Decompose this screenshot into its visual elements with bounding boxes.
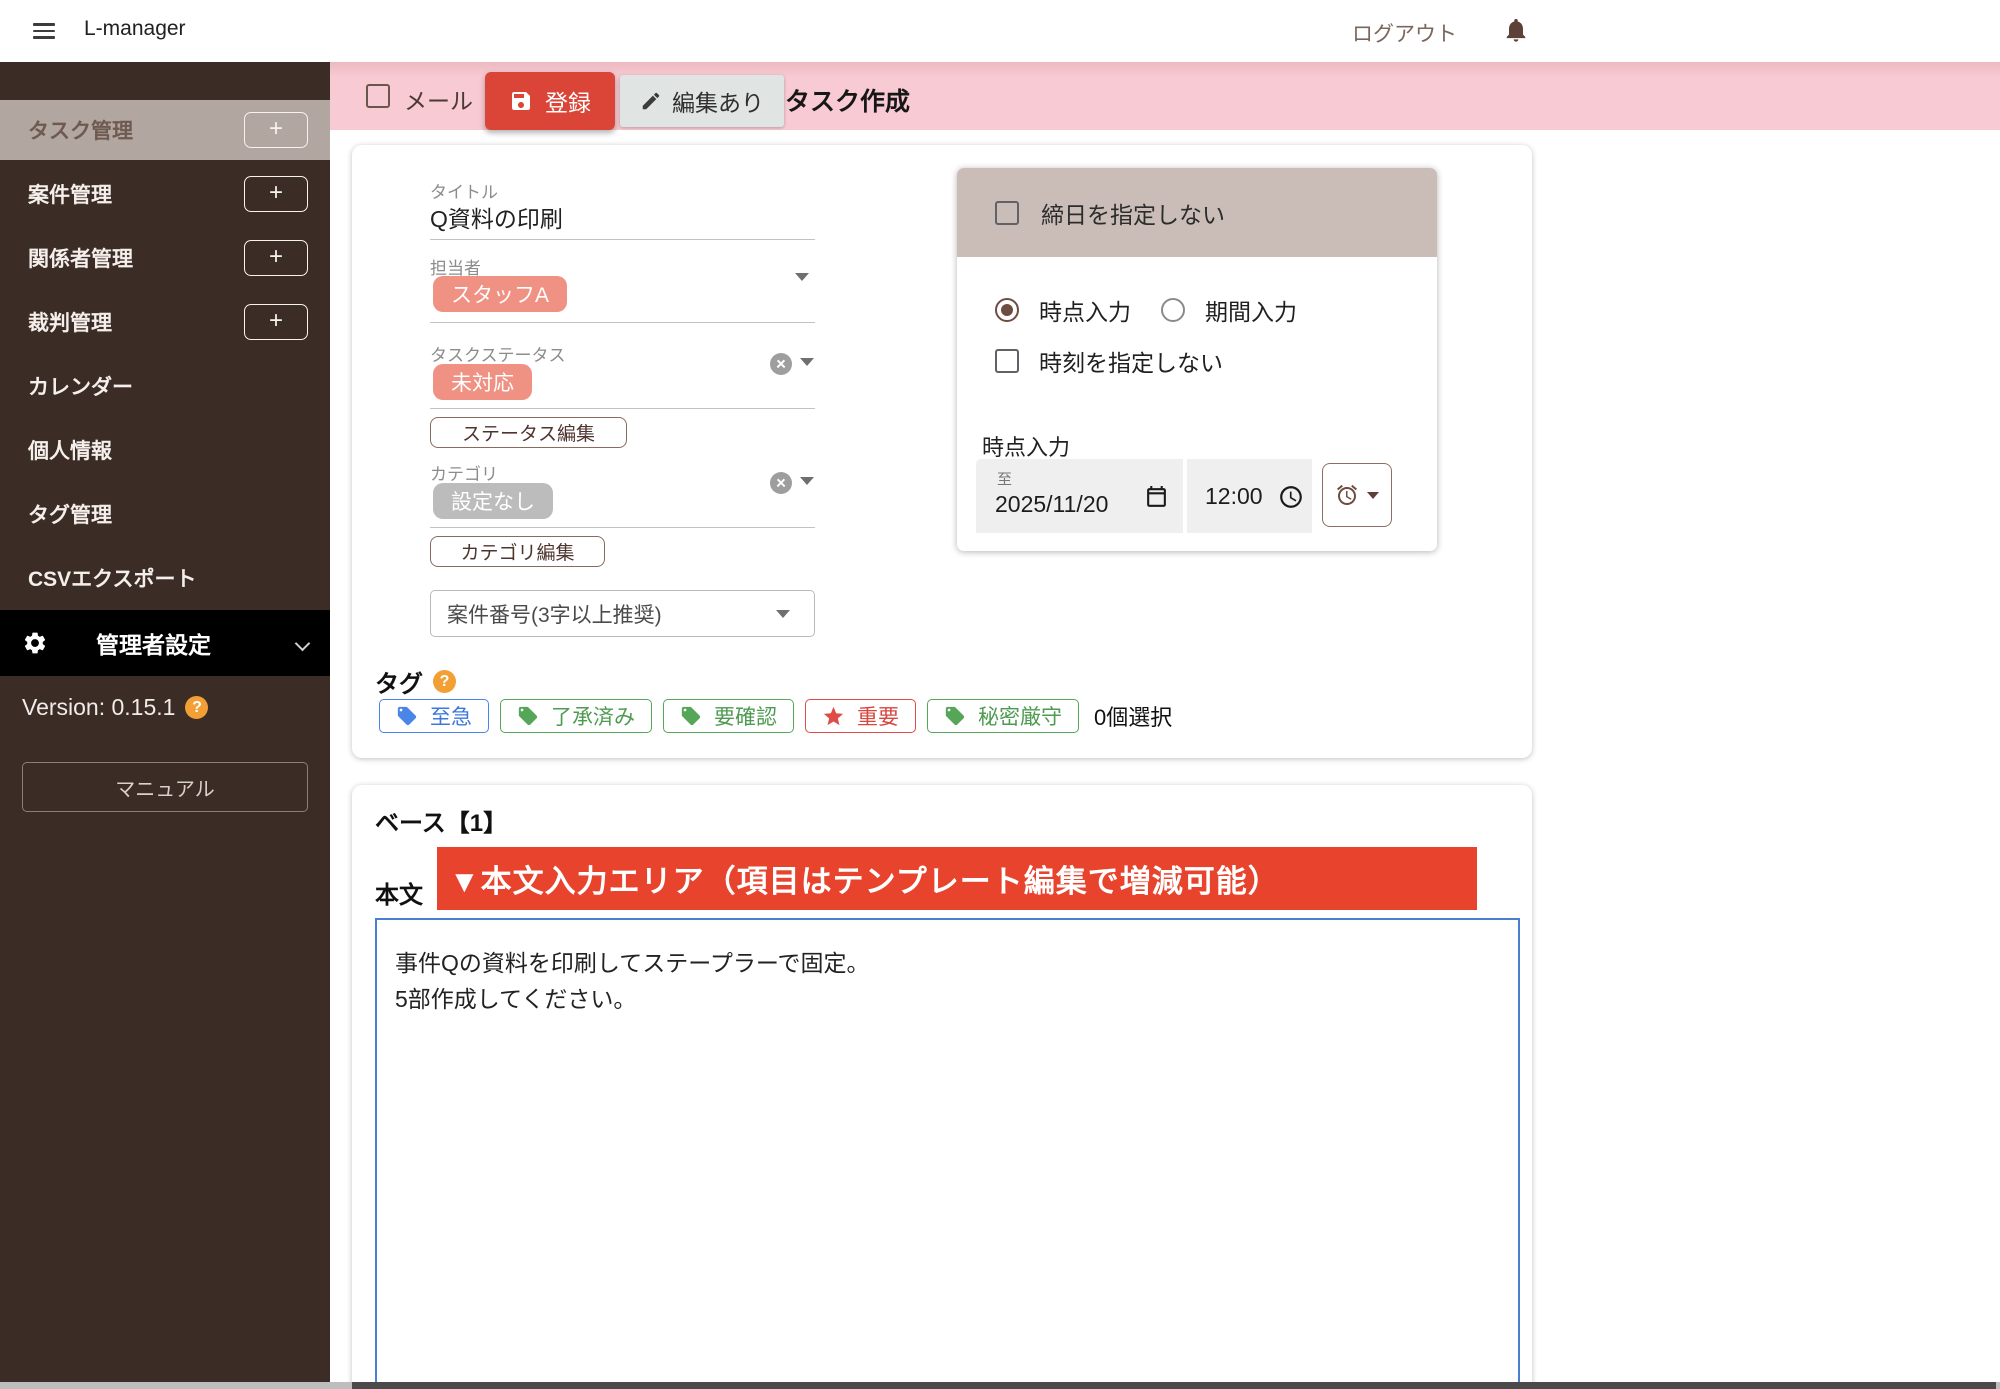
case-dropdown-icon	[776, 610, 790, 618]
logout-button[interactable]: ログアウト	[1352, 18, 1457, 48]
tag-icon	[680, 705, 702, 727]
base-template-label: ベース【1】	[375, 803, 507, 838]
case-number-placeholder: 案件番号(3字以上推奨)	[447, 599, 662, 629]
reminder-dropdown[interactable]	[1322, 463, 1392, 527]
tags-row: 至急 了承済み 要確認 重要 秘密厳守 0個選択	[379, 699, 1172, 733]
divider	[430, 239, 815, 240]
category-chip[interactable]: 設定なし	[433, 483, 553, 519]
case-number-select[interactable]: 案件番号(3字以上推奨)	[430, 590, 815, 637]
notification-bell-icon[interactable]	[1502, 16, 1530, 44]
divider	[430, 322, 815, 323]
action-bar: メール 登録 編集あり タスク作成	[330, 62, 2000, 130]
clock-icon[interactable]	[1278, 484, 1304, 510]
due-type-radio-group: 時点入力 期間入力	[995, 293, 1327, 327]
add-party-button[interactable]: +	[244, 240, 308, 276]
alarm-icon	[1335, 483, 1359, 507]
sidebar: タスク管理 + 案件管理 + 関係者管理 + 裁判管理 + カレンダー 個人情報…	[0, 62, 330, 1389]
mail-checkbox-label: メール	[404, 82, 473, 116]
category-edit-button[interactable]: カテゴリ編集	[430, 536, 605, 567]
category-label: カテゴリ	[430, 460, 498, 485]
no-due-date-label: 締日を指定しない	[1041, 196, 1225, 230]
edited-status-button[interactable]: 編集あり	[620, 75, 784, 127]
point-input-section-label: 時点入力	[982, 430, 1070, 462]
sidebar-item-case-management[interactable]: 案件管理 +	[0, 164, 330, 224]
assignee-dropdown-icon[interactable]	[795, 273, 809, 281]
due-time-value[interactable]: 12:00	[1205, 483, 1263, 510]
horizontal-scrollbar-thumb[interactable]	[352, 1382, 1996, 1389]
mail-checkbox[interactable]	[366, 84, 390, 108]
body-template-card: ベース【1】 本文 ▼本文入力エリア（項目はテンプレート編集で増減可能） 事件Q…	[352, 785, 1532, 1389]
sidebar-item-admin-settings[interactable]: 管理者設定	[0, 610, 330, 676]
hamburger-menu-icon[interactable]	[33, 23, 55, 39]
tag-chip-urgent[interactable]: 至急	[379, 699, 489, 733]
reminder-caret-icon	[1367, 492, 1379, 499]
status-clear-icon[interactable]	[770, 353, 792, 375]
divider	[430, 408, 815, 409]
tags-label: タグ	[375, 664, 423, 699]
calendar-icon[interactable]	[1144, 485, 1169, 510]
title-input[interactable]: Q資料の印刷	[430, 200, 563, 234]
register-button[interactable]: 登録	[485, 72, 615, 130]
body-textarea[interactable]: 事件Qの資料を印刷してステープラーで固定。 5部作成してください。	[375, 918, 1520, 1389]
status-edit-button[interactable]: ステータス編集	[430, 417, 627, 448]
sidebar-item-csv-export[interactable]: CSVエクスポート	[0, 548, 330, 608]
sidebar-item-calendar[interactable]: カレンダー	[0, 356, 330, 416]
divider	[430, 527, 815, 528]
tag-chip-needs-check[interactable]: 要確認	[663, 699, 794, 733]
manual-button[interactable]: マニュアル	[22, 762, 308, 812]
app-title: L-manager	[84, 17, 186, 41]
body-label: 本文	[375, 875, 423, 910]
no-time-label: 時刻を指定しない	[1039, 344, 1223, 378]
top-bar: L-manager ログアウト	[0, 0, 2000, 62]
star-icon	[822, 705, 845, 728]
no-time-row[interactable]: 時刻を指定しない	[995, 344, 1223, 378]
deadline-panel: 締日を指定しない 時点入力 期間入力 時刻を指定しない 時点入力 至 2025/…	[957, 168, 1437, 551]
status-dropdown-icon[interactable]	[800, 358, 814, 366]
category-dropdown-icon[interactable]	[800, 477, 814, 485]
sidebar-item-tag-management[interactable]: タグ管理	[0, 484, 330, 544]
save-icon	[509, 89, 533, 113]
no-time-checkbox[interactable]	[995, 349, 1019, 373]
version-info: Version: 0.15.1 ?	[22, 694, 208, 721]
task-form-card: タイトル Q資料の印刷 担当者 スタッフA タスクステータス 未対応 ステータス…	[352, 145, 1532, 758]
gear-icon	[22, 630, 48, 656]
to-label: 至	[997, 468, 1012, 489]
due-time-field[interactable]: 12:00	[1187, 459, 1312, 533]
sidebar-item-task-management[interactable]: タスク管理 +	[0, 100, 330, 160]
due-date-value[interactable]: 2025/11/20	[995, 491, 1108, 518]
point-input-label: 時点入力	[1039, 293, 1131, 327]
sidebar-item-personal-info[interactable]: 個人情報	[0, 420, 330, 480]
tag-chip-approved[interactable]: 了承済み	[500, 699, 652, 733]
add-case-button[interactable]: +	[244, 176, 308, 212]
tags-help-icon[interactable]: ?	[433, 670, 456, 693]
tag-icon	[396, 705, 418, 727]
point-input-radio[interactable]	[995, 298, 1019, 322]
sidebar-item-party-management[interactable]: 関係者管理 +	[0, 228, 330, 288]
category-clear-icon[interactable]	[770, 472, 792, 494]
period-input-radio[interactable]	[1161, 298, 1185, 322]
horizontal-scrollbar-track[interactable]	[0, 1382, 2000, 1389]
add-task-button[interactable]: +	[244, 112, 308, 148]
assignee-chip[interactable]: スタッフA	[433, 276, 567, 312]
due-date-field[interactable]: 至 2025/11/20	[976, 459, 1183, 533]
tag-chip-confidential[interactable]: 秘密厳守	[927, 699, 1079, 733]
period-input-label: 期間入力	[1205, 293, 1297, 327]
pencil-icon	[640, 90, 662, 112]
no-due-date-checkbox[interactable]	[995, 201, 1019, 225]
version-help-icon[interactable]: ?	[185, 696, 208, 719]
tag-icon	[517, 705, 539, 727]
tag-chip-important[interactable]: 重要	[805, 699, 916, 733]
chevron-down-icon	[295, 636, 311, 652]
tag-icon	[944, 705, 966, 727]
status-label: タスクステータス	[430, 341, 566, 366]
sidebar-item-trial-management[interactable]: 裁判管理 +	[0, 292, 330, 352]
page-title: タスク作成	[785, 82, 910, 118]
no-due-date-row[interactable]: 締日を指定しない	[957, 168, 1437, 257]
body-input-banner: ▼本文入力エリア（項目はテンプレート編集で増減可能）	[437, 847, 1477, 910]
status-chip[interactable]: 未対応	[433, 364, 532, 400]
app-window: L-manager ログアウト タスク管理 + 案件管理 + 関係者管理 + 裁…	[0, 0, 2000, 1389]
tag-selected-count: 0個選択	[1094, 700, 1172, 732]
add-trial-button[interactable]: +	[244, 304, 308, 340]
tags-header: タグ ?	[375, 664, 456, 699]
